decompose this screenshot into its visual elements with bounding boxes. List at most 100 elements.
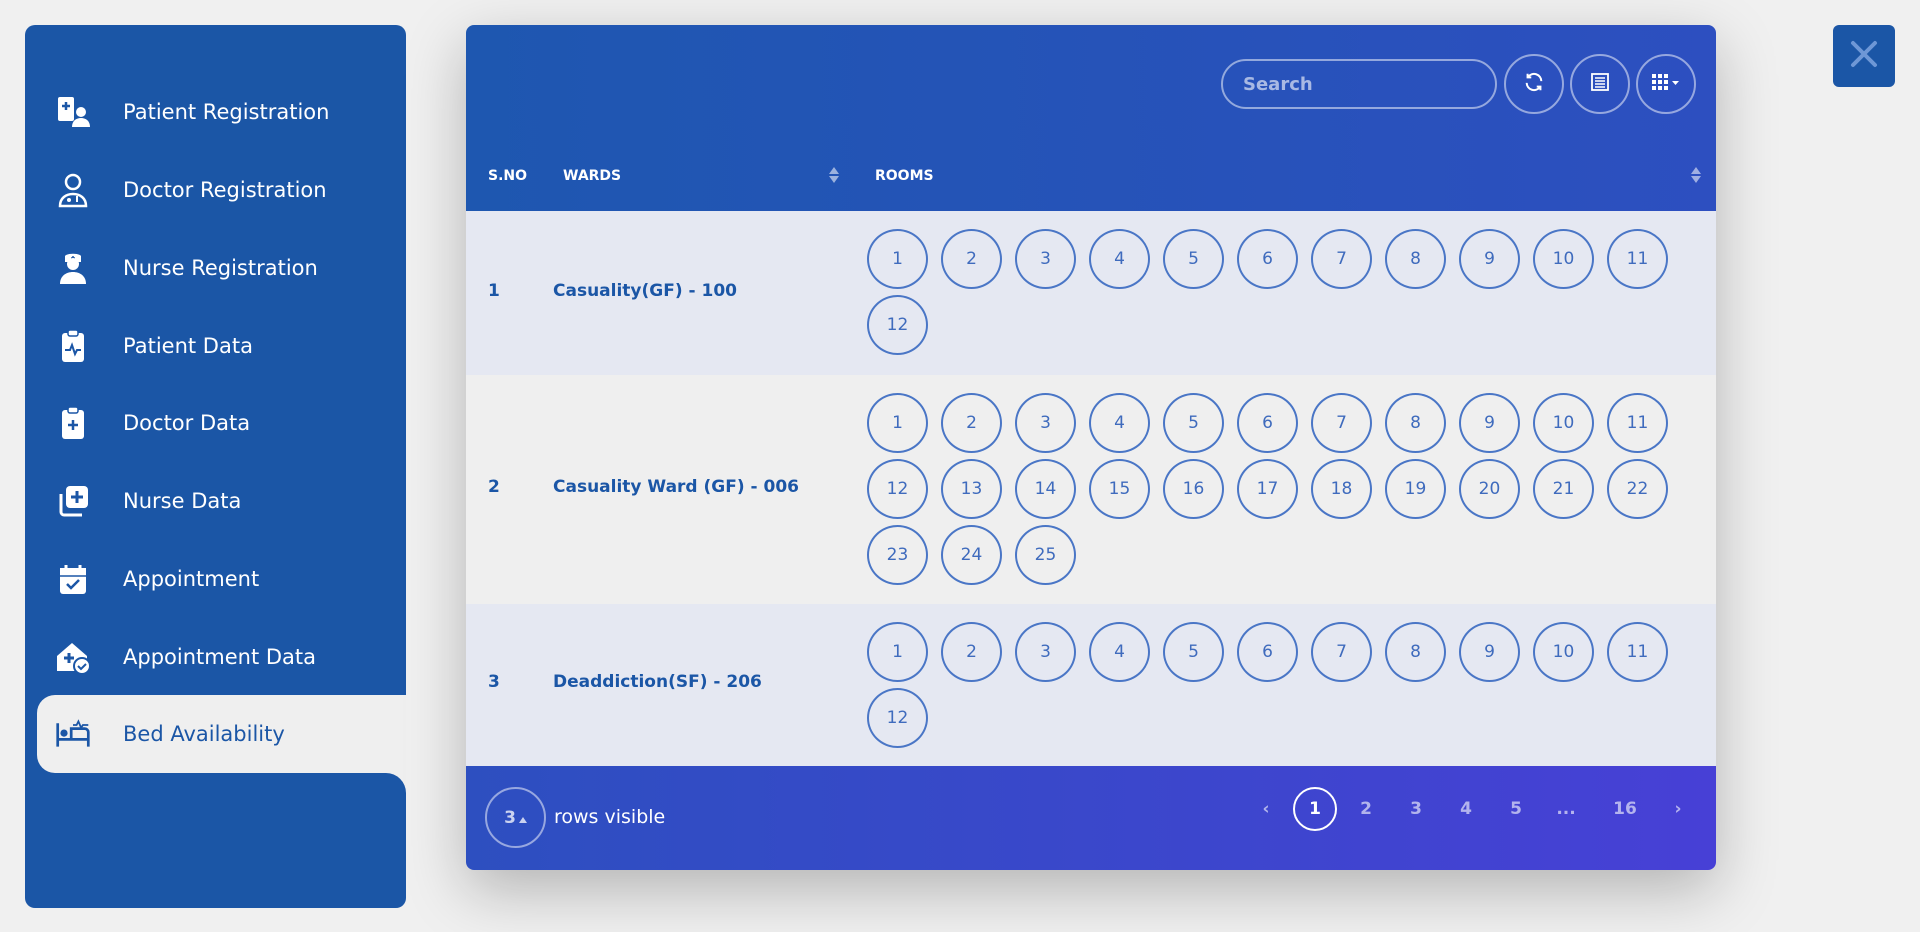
- page-button[interactable]: 16: [1603, 787, 1647, 831]
- room-button[interactable]: 24: [941, 525, 1002, 585]
- bed-availability-table: S.NO WARDS ROOMS 1 Casuality(GF) - 100 1…: [466, 25, 1716, 870]
- sort-icon[interactable]: [828, 165, 840, 189]
- room-list: 1 2 3 4 5 6 7 8 9 10 11 12: [867, 229, 1687, 355]
- room-button[interactable]: 4: [1089, 229, 1150, 289]
- prev-page-button[interactable]: ‹: [1244, 787, 1288, 831]
- room-button[interactable]: 9: [1459, 393, 1520, 453]
- room-button[interactable]: 22: [1607, 459, 1668, 519]
- sidebar-item-label: Nurse Registration: [123, 256, 318, 280]
- room-button[interactable]: 7: [1311, 622, 1372, 682]
- room-button[interactable]: 6: [1237, 229, 1298, 289]
- column-header-sno: S.NO: [488, 168, 528, 184]
- search-input[interactable]: [1221, 59, 1497, 109]
- rows-per-page-select[interactable]: 3: [485, 787, 546, 848]
- close-icon: [1849, 39, 1879, 73]
- medical-copy-icon: [55, 483, 91, 519]
- column-header-rooms[interactable]: ROOMS: [875, 168, 934, 184]
- room-button[interactable]: 2: [941, 622, 1002, 682]
- clipboard-plus-icon: [55, 405, 91, 441]
- rows-visible-label: rows visible: [554, 806, 666, 828]
- caret-up-icon: [518, 808, 527, 828]
- sidebar-item-label: Appointment: [123, 567, 260, 591]
- room-button[interactable]: 2: [941, 229, 1002, 289]
- room-button[interactable]: 5: [1163, 622, 1224, 682]
- calendar-check-icon: [55, 561, 91, 597]
- room-button[interactable]: 7: [1311, 393, 1372, 453]
- row-ward: Casuality Ward (GF) - 006: [553, 477, 799, 497]
- room-button[interactable]: 12: [867, 295, 928, 355]
- room-button[interactable]: 20: [1459, 459, 1520, 519]
- row-ward: Casuality(GF) - 100: [553, 281, 737, 301]
- room-button[interactable]: 21: [1533, 459, 1594, 519]
- sidebar-item-appointment-data[interactable]: Appointment Data: [25, 618, 406, 696]
- room-button[interactable]: 11: [1607, 229, 1668, 289]
- room-button[interactable]: 14: [1015, 459, 1076, 519]
- room-button[interactable]: 6: [1237, 393, 1298, 453]
- page-button[interactable]: 5: [1494, 787, 1538, 831]
- room-button[interactable]: 12: [867, 688, 928, 748]
- room-button[interactable]: 10: [1533, 229, 1594, 289]
- room-button[interactable]: 13: [941, 459, 1002, 519]
- room-button[interactable]: 8: [1385, 229, 1446, 289]
- patient-registration-icon: [55, 94, 91, 130]
- next-page-button[interactable]: ›: [1656, 787, 1700, 831]
- room-button[interactable]: 4: [1089, 393, 1150, 453]
- sidebar-item-label: Doctor Registration: [123, 178, 327, 202]
- room-button[interactable]: 23: [867, 525, 928, 585]
- room-button[interactable]: 1: [867, 229, 928, 289]
- toggle-view-button[interactable]: [1570, 54, 1630, 114]
- room-button[interactable]: 3: [1015, 229, 1076, 289]
- sidebar-item-nurse-registration[interactable]: Nurse Registration: [25, 229, 406, 307]
- active-notch: [386, 773, 406, 793]
- room-button[interactable]: 6: [1237, 622, 1298, 682]
- room-button[interactable]: 1: [867, 622, 928, 682]
- row-ward: Deaddiction(SF) - 206: [553, 672, 762, 692]
- room-button[interactable]: 15: [1089, 459, 1150, 519]
- sidebar-item-patient-registration[interactable]: Patient Registration: [25, 73, 406, 151]
- row-sno: 1: [488, 281, 500, 301]
- room-button[interactable]: 3: [1015, 622, 1076, 682]
- room-button[interactable]: 17: [1237, 459, 1298, 519]
- room-button[interactable]: 3: [1015, 393, 1076, 453]
- room-button[interactable]: 1: [867, 393, 928, 453]
- sidebar-item-label: Patient Registration: [123, 100, 330, 124]
- sidebar-item-nurse-data[interactable]: Nurse Data: [25, 462, 406, 540]
- rows-count: 3: [504, 807, 516, 828]
- table-row: 1 Casuality(GF) - 100 1 2 3 4 5 6 7 8 9 …: [466, 211, 1716, 375]
- sidebar-item-patient-data[interactable]: Patient Data: [25, 307, 406, 385]
- room-button[interactable]: 8: [1385, 393, 1446, 453]
- room-button[interactable]: 9: [1459, 229, 1520, 289]
- page-button[interactable]: 2: [1344, 787, 1388, 831]
- room-button[interactable]: 25: [1015, 525, 1076, 585]
- room-button[interactable]: 16: [1163, 459, 1224, 519]
- room-button[interactable]: 5: [1163, 229, 1224, 289]
- room-button[interactable]: 7: [1311, 229, 1372, 289]
- sidebar-item-appointment[interactable]: Appointment: [25, 540, 406, 618]
- room-button[interactable]: 2: [941, 393, 1002, 453]
- sidebar-item-doctor-data[interactable]: Doctor Data: [25, 384, 406, 462]
- page-button[interactable]: 4: [1444, 787, 1488, 831]
- page-button[interactable]: 3: [1394, 787, 1438, 831]
- sort-icon[interactable]: [1690, 165, 1702, 189]
- room-button[interactable]: 10: [1533, 393, 1594, 453]
- column-header-wards[interactable]: WARDS: [563, 168, 621, 184]
- room-button[interactable]: 11: [1607, 393, 1668, 453]
- room-list: 1 2 3 4 5 6 7 8 9 10 11 12 13 14 15 16 1…: [867, 393, 1687, 585]
- room-button[interactable]: 10: [1533, 622, 1594, 682]
- room-button[interactable]: 9: [1459, 622, 1520, 682]
- sidebar-item-bed-availability[interactable]: Bed Availability: [37, 695, 406, 773]
- sidebar-item-doctor-registration[interactable]: Doctor Registration: [25, 151, 406, 229]
- row-sno: 2: [488, 477, 500, 497]
- close-button[interactable]: [1833, 25, 1895, 87]
- refresh-button[interactable]: [1504, 54, 1564, 114]
- room-button[interactable]: 12: [867, 459, 928, 519]
- room-button[interactable]: 19: [1385, 459, 1446, 519]
- page-button-current[interactable]: 1: [1293, 787, 1337, 831]
- room-button[interactable]: 4: [1089, 622, 1150, 682]
- room-button[interactable]: 11: [1607, 622, 1668, 682]
- bed-pulse-icon: [55, 716, 91, 752]
- room-button[interactable]: 8: [1385, 622, 1446, 682]
- room-button[interactable]: 5: [1163, 393, 1224, 453]
- columns-dropdown-button[interactable]: [1636, 54, 1696, 114]
- room-button[interactable]: 18: [1311, 459, 1372, 519]
